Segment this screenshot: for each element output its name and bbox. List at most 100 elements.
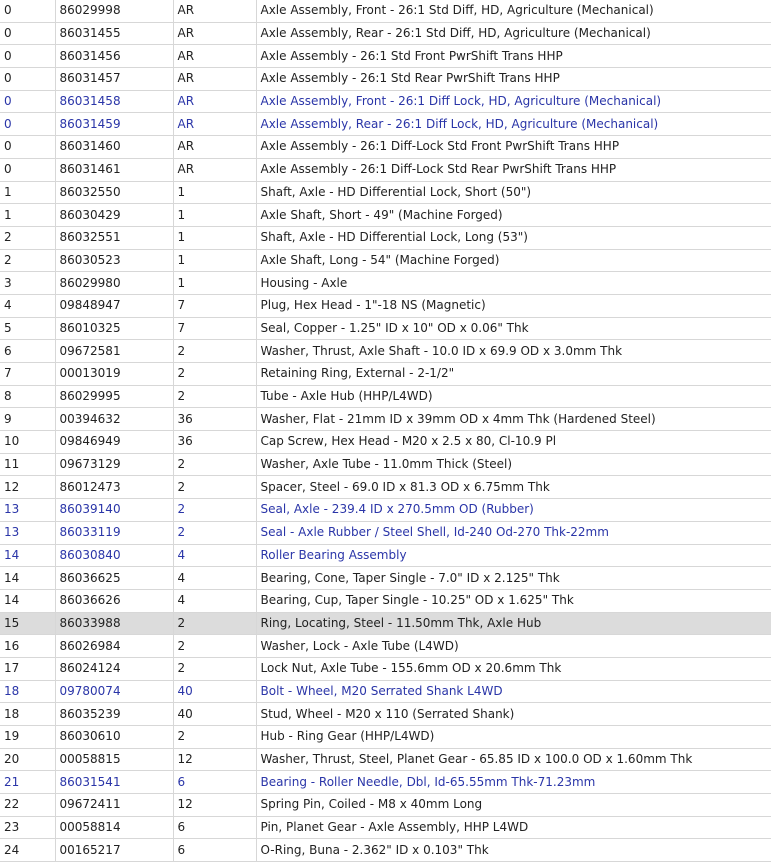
part-number-cell[interactable]: 86030840	[55, 544, 174, 568]
table-row: 0 86031456 AR Axle Assembly - 26:1 Std Fron…	[0, 44, 771, 69]
description-cell[interactable]: Seal - Axle Rubber / Steel Shell, Id-240…	[256, 521, 771, 545]
qty-cell[interactable]: 6	[173, 770, 257, 795]
description-cell: Cap Screw, Hex Head - M20 x 2.5 x 80, Cl…	[256, 430, 771, 454]
qty-cell: 6	[173, 816, 257, 840]
ref-cell[interactable]: 0	[0, 90, 56, 114]
description-cell[interactable]: Bearing - Roller Needle, Dbl, Id-65.55mm…	[256, 770, 771, 795]
ref-cell: 18	[0, 702, 56, 726]
part-number-cell: 86036625	[55, 566, 174, 590]
qty-cell: 7	[173, 294, 257, 318]
qty-cell: 2	[173, 362, 257, 386]
ref-cell: 5	[0, 317, 56, 341]
description-cell[interactable]: Axle Assembly, Front - 26:1 Diff Lock, H…	[256, 90, 771, 114]
table-row: 15 86033988 2 Ring, Locating, Steel - 11.50…	[0, 612, 771, 636]
qty-cell[interactable]: 2	[173, 521, 257, 545]
part-number-cell[interactable]: 86031458	[55, 90, 174, 114]
part-number-cell[interactable]: 09780074	[55, 680, 174, 704]
table-row: 9 00394632 36 Washer, Flat - 21mm ID x 39mm…	[0, 407, 771, 432]
description-cell: Retaining Ring, External - 2-1/2"	[256, 362, 771, 386]
ref-cell[interactable]: 13	[0, 521, 56, 545]
description-cell: Bearing, Cone, Taper Single - 7.0" ID x …	[256, 566, 771, 590]
qty-cell: 1	[173, 181, 257, 205]
part-number-cell: 86029998	[55, 0, 174, 23]
qty-cell: 2	[173, 725, 257, 749]
part-number-cell[interactable]: 86031459	[55, 112, 174, 137]
ref-cell: 1	[0, 203, 56, 227]
part-number-cell[interactable]: 86031541	[55, 770, 174, 795]
qty-cell[interactable]: AR	[173, 90, 257, 114]
table-row[interactable]: 21 86031541 6 Bearing - Roller Needle, Dbl,…	[0, 770, 771, 795]
ref-cell: 11	[0, 453, 56, 477]
description-cell: Washer, Thrust, Steel, Planet Gear - 65.…	[256, 748, 771, 772]
qty-cell: 36	[173, 430, 257, 454]
table-row[interactable]: 14 86030840 4 Roller Bearing Assembly	[0, 544, 771, 568]
ref-cell: 0	[0, 0, 56, 23]
part-number-cell: 00058814	[55, 816, 174, 840]
part-number-cell[interactable]: 86039140	[55, 498, 174, 522]
part-number-cell: 86031457	[55, 67, 174, 91]
ref-cell: 22	[0, 793, 56, 817]
qty-cell: AR	[173, 158, 257, 182]
qty-cell[interactable]: 2	[173, 498, 257, 522]
part-number-cell: 00394632	[55, 407, 174, 432]
table-row: 14 86036626 4 Bearing, Cup, Taper Single - …	[0, 589, 771, 613]
ref-cell: 23	[0, 816, 56, 840]
description-cell: Housing - Axle	[256, 271, 771, 295]
table-row: 16 86026984 2 Washer, Lock - Axle Tube (L4W…	[0, 634, 771, 658]
ref-cell[interactable]: 21	[0, 770, 56, 795]
qty-cell: 6	[173, 838, 257, 862]
ref-cell[interactable]: 18	[0, 680, 56, 704]
qty-cell: 4	[173, 566, 257, 590]
description-cell: Bearing, Cup, Taper Single - 10.25" OD x…	[256, 589, 771, 613]
description-cell: Axle Assembly, Front - 26:1 Std Diff, HD…	[256, 0, 771, 23]
table-row: 23 00058814 6 Pin, Planet Gear - Axle Assem…	[0, 816, 771, 840]
ref-cell: 0	[0, 158, 56, 182]
ref-cell: 8	[0, 385, 56, 409]
description-cell[interactable]: Axle Assembly, Rear - 26:1 Diff Lock, HD…	[256, 112, 771, 137]
part-number-cell[interactable]: 86033119	[55, 521, 174, 545]
table-row[interactable]: 13 86033119 2 Seal - Axle Rubber / Steel Sh…	[0, 521, 771, 545]
ref-cell[interactable]: 0	[0, 112, 56, 137]
description-cell: Axle Assembly, Rear - 26:1 Std Diff, HD,…	[256, 22, 771, 46]
part-number-cell: 00165217	[55, 838, 174, 862]
part-number-cell: 86032550	[55, 181, 174, 205]
part-number-cell: 86035239	[55, 702, 174, 726]
ref-cell: 6	[0, 339, 56, 363]
description-cell: Axle Assembly - 26:1 Diff-Lock Std Rear …	[256, 158, 771, 182]
qty-cell[interactable]: 4	[173, 544, 257, 568]
description-cell: Tube - Axle Hub (HHP/L4WD)	[256, 385, 771, 409]
qty-cell: 4	[173, 589, 257, 613]
part-number-cell: 09673129	[55, 453, 174, 477]
qty-cell: 2	[173, 453, 257, 477]
description-cell[interactable]: Seal, Axle - 239.4 ID x 270.5mm OD (Rubb…	[256, 498, 771, 522]
description-cell[interactable]: Bolt - Wheel, M20 Serrated Shank L4WD	[256, 680, 771, 704]
description-cell: Ring, Locating, Steel - 11.50mm Thk, Axl…	[256, 612, 771, 636]
part-number-cell: 09672411	[55, 793, 174, 817]
qty-cell: AR	[173, 135, 257, 159]
qty-cell[interactable]: AR	[173, 112, 257, 137]
ref-cell[interactable]: 13	[0, 498, 56, 522]
part-number-cell: 86032551	[55, 226, 174, 250]
table-row: 5 86010325 7 Seal, Copper - 1.25" ID x 10" …	[0, 317, 771, 341]
part-number-cell: 86031456	[55, 44, 174, 69]
description-cell: Hub - Ring Gear (HHP/L4WD)	[256, 725, 771, 749]
qty-cell: AR	[173, 22, 257, 46]
description-cell: Axle Shaft, Short - 49" (Machine Forged)	[256, 203, 771, 227]
table-row[interactable]: 0 86031459 AR Axle Assembly, Rear - 26:1 Di…	[0, 112, 771, 137]
ref-cell: 1	[0, 181, 56, 205]
description-cell: Axle Assembly - 26:1 Std Front PwrShift …	[256, 44, 771, 69]
table-row: 0 86031460 AR Axle Assembly - 26:1 Diff-Loc…	[0, 135, 771, 159]
table-row[interactable]: 18 09780074 40 Bolt - Wheel, M20 Serrated S…	[0, 680, 771, 704]
table-row[interactable]: 0 86031458 AR Axle Assembly, Front - 26:1 D…	[0, 90, 771, 114]
part-number-cell: 86029995	[55, 385, 174, 409]
part-number-cell: 86010325	[55, 317, 174, 341]
qty-cell: 12	[173, 748, 257, 772]
ref-cell: 4	[0, 294, 56, 318]
part-number-cell: 86029980	[55, 271, 174, 295]
ref-cell[interactable]: 14	[0, 544, 56, 568]
qty-cell[interactable]: 40	[173, 680, 257, 704]
table-row[interactable]: 13 86039140 2 Seal, Axle - 239.4 ID x 270.5…	[0, 498, 771, 522]
ref-cell: 12	[0, 475, 56, 500]
description-cell[interactable]: Roller Bearing Assembly	[256, 544, 771, 568]
qty-cell: AR	[173, 0, 257, 23]
